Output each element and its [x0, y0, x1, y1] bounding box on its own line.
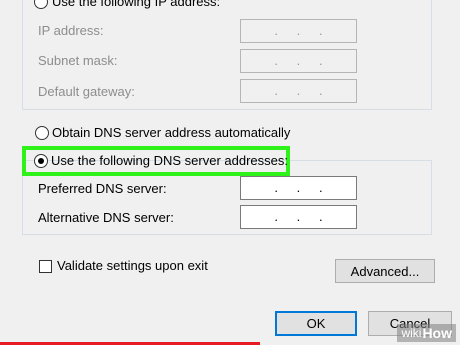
use-following-ip-label: Use the following IP address:: [52, 0, 221, 9]
octet-separator: .: [319, 180, 323, 195]
wikihow-watermark: wiki How: [397, 324, 456, 342]
octet-separator: .: [296, 209, 301, 224]
watermark-wiki-text: wiki: [401, 326, 422, 340]
alternative-dns-field[interactable]: . . .: [240, 205, 357, 229]
advanced-button[interactable]: Advanced...: [335, 259, 435, 283]
subnet-mask-label: Subnet mask:: [38, 53, 118, 68]
octet-separator: .: [319, 23, 323, 38]
alternative-dns-label: Alternative DNS server:: [38, 210, 174, 225]
use-following-dns-radio[interactable]: [34, 154, 48, 168]
validate-settings-label: Validate settings upon exit: [57, 258, 208, 273]
octet-separator: .: [319, 53, 323, 68]
octet-separator: .: [296, 23, 301, 38]
default-gateway-field[interactable]: . . .: [240, 79, 357, 103]
ip-address-label: IP address:: [38, 23, 104, 38]
subnet-mask-field[interactable]: . . .: [240, 49, 357, 73]
octet-separator: .: [274, 23, 278, 38]
octet-separator: .: [296, 83, 301, 98]
use-following-dns-label: Use the following DNS server addresses:: [51, 153, 288, 168]
validate-settings-checkbox[interactable]: [39, 260, 52, 273]
ok-button[interactable]: OK: [275, 311, 357, 336]
octet-separator: .: [296, 180, 301, 195]
octet-separator: .: [274, 180, 278, 195]
radio-selected-dot: [38, 158, 44, 164]
watermark-how-text: How: [422, 325, 452, 341]
octet-separator: .: [319, 83, 323, 98]
octet-separator: .: [296, 53, 301, 68]
obtain-dns-automatically-label: Obtain DNS server address automatically: [52, 125, 291, 140]
default-gateway-label: Default gateway:: [38, 84, 135, 99]
preferred-dns-field[interactable]: . . .: [240, 176, 357, 200]
octet-separator: .: [274, 53, 278, 68]
preferred-dns-label: Preferred DNS server:: [38, 181, 167, 196]
octet-separator: .: [319, 209, 323, 224]
obtain-dns-automatically-radio[interactable]: [35, 126, 49, 140]
ip-address-field[interactable]: . . .: [240, 19, 357, 43]
octet-separator: .: [274, 83, 278, 98]
octet-separator: .: [274, 209, 278, 224]
